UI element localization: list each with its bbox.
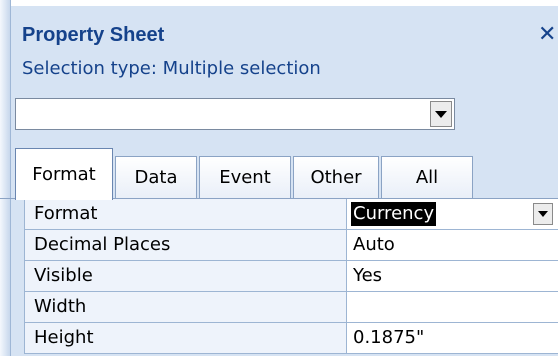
top-border (0, 0, 558, 6)
property-label: Width (25, 292, 347, 322)
tab-all[interactable]: All (381, 156, 473, 198)
property-value[interactable]: 0.1875" (347, 323, 558, 353)
property-row: Decimal Places Auto (25, 230, 558, 261)
property-row: Width (25, 292, 558, 323)
property-value[interactable]: Auto (347, 230, 558, 260)
tab-other[interactable]: Other (293, 156, 379, 198)
property-label: Decimal Places (25, 230, 347, 260)
property-sheet-panel: Property Sheet ✕ Selection type: Multipl… (0, 0, 558, 356)
format-combo[interactable]: Currency (347, 199, 558, 229)
panel-edge (0, 0, 11, 356)
selection-type-label: Selection type: Multiple selection (22, 58, 321, 79)
dropdown-arrow-button[interactable] (430, 101, 452, 127)
close-icon[interactable]: ✕ (538, 22, 556, 47)
property-row: Height 0.1875" (25, 323, 558, 354)
property-label: Visible (25, 261, 347, 291)
tab-format[interactable]: Format (15, 148, 113, 200)
property-grid: Format Currency Decimal Places Auto Visi… (24, 199, 558, 354)
tab-event[interactable]: Event (199, 156, 291, 198)
property-row: Visible Yes (25, 261, 558, 292)
property-value[interactable]: Yes (347, 261, 558, 291)
panel-title: Property Sheet (22, 24, 165, 46)
object-selector-dropdown[interactable] (15, 98, 455, 130)
property-label: Format (25, 199, 347, 229)
chevron-down-icon (435, 110, 447, 118)
property-row: Format Currency (25, 199, 558, 230)
property-value[interactable] (347, 292, 558, 322)
tab-data[interactable]: Data (115, 156, 197, 198)
combo-dropdown-button[interactable] (533, 203, 553, 225)
property-tabs: Format Data Event Other All (15, 148, 558, 200)
chevron-down-icon (538, 211, 548, 217)
property-label: Height (25, 323, 347, 353)
property-value-selected[interactable]: Currency (351, 202, 437, 226)
